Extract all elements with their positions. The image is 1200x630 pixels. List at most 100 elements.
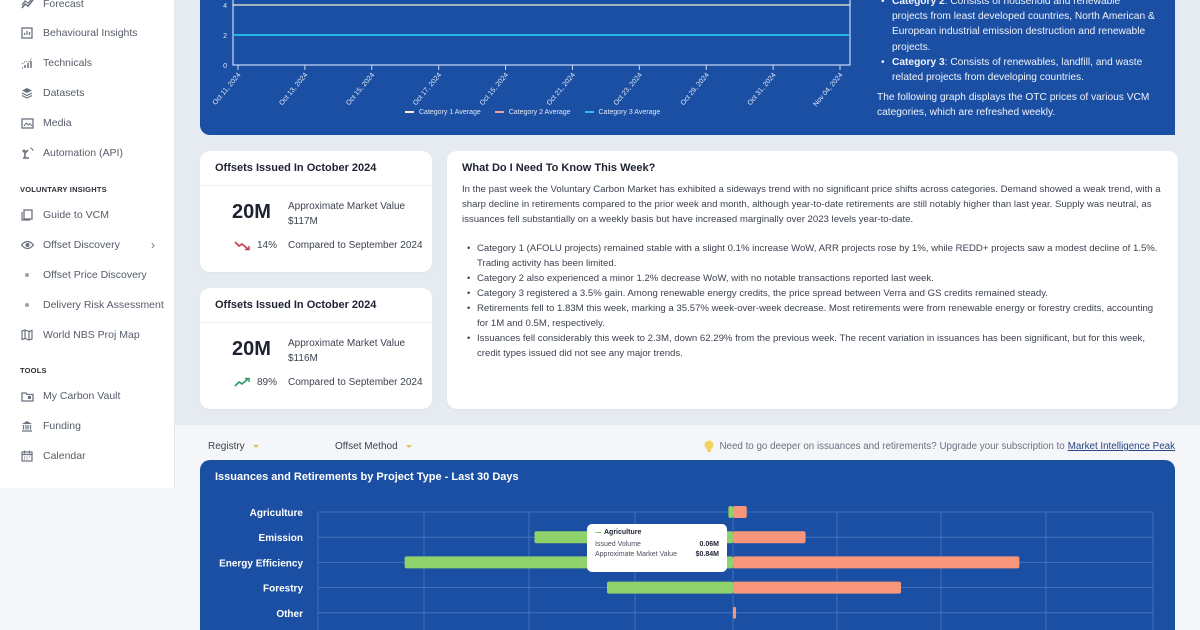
bar-retired-volume	[733, 606, 737, 619]
sidebar-item-label: Behavioural Insights	[43, 27, 138, 39]
kpi-change: 14%	[257, 240, 278, 251]
chart-tooltip: Agriculture Issued Volume 0.06M Approxima…	[587, 524, 727, 572]
kpi-card-title: Offsets Issued In October 2024	[200, 288, 432, 323]
calendar-icon	[20, 449, 34, 463]
x-tick-label: Oct 13, 2024	[278, 72, 309, 107]
x-tick-label: Oct 17, 2024	[412, 72, 443, 107]
kpi-card-offsets-2: Offsets Issued In October 2024 20M Appro…	[200, 288, 432, 409]
x-tick-label: Oct 31, 2024	[747, 72, 778, 107]
sidebar-footer	[0, 488, 175, 630]
sidebar-item-technicals[interactable]: Technicals	[0, 52, 175, 74]
chevron-right-icon[interactable]: ›	[151, 238, 155, 252]
tooltip-category: Agriculture	[604, 529, 642, 536]
sidebar-item-label: Guide to VCM	[43, 209, 109, 221]
automation-icon	[20, 146, 34, 160]
category-descriptions: Category 2: Consists of household and re…	[877, 0, 1167, 121]
sidebar-item-label: World NBS Proj Map	[43, 329, 140, 341]
upgrade-text: Need to go deeper on issuances and retir…	[719, 441, 1065, 452]
caret-down-icon	[252, 445, 259, 448]
category-label: Other	[276, 609, 303, 620]
category-3-description: Category 3: Consists of renewables, land…	[881, 55, 1167, 85]
kpi-change: 89%	[257, 377, 278, 388]
kpi-compare: Compared to September 2024	[288, 377, 423, 388]
kpi-card-offsets-1: Offsets Issued In October 2024 20M Appro…	[200, 151, 432, 272]
dot-icon	[20, 298, 34, 312]
sidebar-item-offset-price-discovery[interactable]: Offset Price Discovery	[0, 264, 175, 286]
price-chart-legend: Category 1 Average Category 2 Average Ca…	[405, 109, 660, 116]
sidebar-item-label: Calendar	[43, 450, 86, 462]
lightbulb-icon	[704, 440, 714, 452]
category-label: Forestry	[263, 584, 303, 595]
sidebar-item-offset-discovery[interactable]: Offset Discovery ›	[0, 234, 175, 256]
eye-icon	[20, 238, 34, 252]
weekly-bullet: Retirements fell to 1.83M this week, mar…	[467, 301, 1163, 331]
sidebar-item-funding[interactable]: Funding	[0, 415, 175, 437]
kpi-value: 20M	[232, 201, 271, 223]
category-label: Emission	[259, 533, 303, 544]
kpi-amount: $117M	[288, 215, 318, 227]
map-icon	[20, 328, 34, 342]
sidebar-item-media[interactable]: Media	[0, 112, 175, 134]
legend-item-category-3[interactable]: Category 3 Average	[584, 109, 660, 116]
weekly-bullet: Issuances fell considerably this week to…	[467, 331, 1163, 361]
tooltip-value: 0.06M	[699, 541, 719, 548]
weekly-intro: In the past week the Voluntary Carbon Ma…	[462, 184, 1161, 225]
weekly-summary-card: What Do I Need To Know This Week? In the…	[447, 151, 1178, 409]
kpi-card-title: Offsets Issued In October 2024	[200, 151, 432, 186]
sidebar-item-label: Media	[43, 117, 72, 129]
category-label: Agriculture	[250, 508, 304, 519]
sidebar-item-my-carbon-vault[interactable]: My Carbon Vault	[0, 385, 175, 407]
x-tick-label: Oct 11, 2024	[212, 72, 243, 107]
vault-icon	[20, 389, 34, 403]
sidebar-item-label: My Carbon Vault	[43, 390, 121, 402]
technicals-icon	[20, 56, 34, 70]
x-tick-label: Nov 04, 2024	[812, 72, 844, 108]
sidebar-item-behavioural-insights[interactable]: Behavioural Insights	[0, 22, 175, 44]
weekly-bullets: Category 1 (AFOLU projects) remained sta…	[462, 241, 1163, 361]
sidebar-item-delivery-risk-assessment[interactable]: Delivery Risk Assessment	[0, 294, 175, 316]
insights-icon	[20, 26, 34, 40]
bar-retired-volume	[733, 556, 1020, 569]
datasets-icon	[20, 86, 34, 100]
sidebar-item-label: Automation (API)	[43, 147, 123, 159]
y-tick-label: 0	[223, 63, 227, 70]
offset-method-filter[interactable]: Offset Method	[335, 441, 412, 452]
bank-icon	[20, 419, 34, 433]
legend-item-category-2[interactable]: Category 2 Average	[494, 109, 571, 116]
price-chart-panel: 0 2 4 Oct 11, 2024 Oct 13, 2024 Oct 15, 2024 O…	[200, 0, 1200, 135]
sidebar-item-guide-to-vcm[interactable]: Guide to VCM	[0, 204, 175, 226]
registry-filter[interactable]: Registry	[208, 441, 259, 452]
y-tick-label: 2	[223, 33, 227, 40]
market-intelligence-peak-link[interactable]: Market Intelligence Peak	[1068, 441, 1175, 452]
x-tick-label: Oct 23, 2024	[613, 72, 644, 107]
sidebar-item-label: Datasets	[43, 87, 85, 99]
category-label: Energy Efficiency	[219, 558, 303, 569]
caret-down-icon	[405, 445, 412, 448]
bar-issued-volume	[607, 581, 733, 594]
trend-down-icon	[234, 241, 250, 251]
main-content: 0 2 4 Oct 11, 2024 Oct 13, 2024 Oct 15, 2024 O…	[175, 0, 1200, 630]
x-tick-label: Oct 21, 2024	[546, 72, 577, 107]
sidebar-item-forecast[interactable]: Forecast	[0, 0, 175, 15]
sidebar-item-label: Forecast	[43, 0, 84, 10]
weekly-title: What Do I Need To Know This Week?	[462, 162, 656, 174]
trend-up-icon	[234, 377, 250, 387]
media-icon	[20, 116, 34, 130]
sidebar-item-label: Offset Price Discovery	[43, 269, 147, 281]
tooltip-value: $0.84M	[695, 551, 719, 558]
tooltip-label: Approximate Market Value	[595, 551, 677, 558]
price-chart-footer-text: The following graph displays the OTC pri…	[877, 92, 1150, 119]
sidebar-item-world-nbs-proj-map[interactable]: World NBS Proj Map	[0, 324, 175, 346]
sidebar-item-label: Offset Discovery	[43, 239, 120, 251]
forecast-icon	[20, 0, 34, 11]
sidebar-item-calendar[interactable]: Calendar	[0, 445, 175, 467]
kpi-label: Approximate Market Value	[288, 201, 406, 212]
tooltip-label: Issued Volume	[595, 541, 641, 548]
sidebar-item-datasets[interactable]: Datasets	[0, 82, 175, 104]
sidebar-item-label: Technicals	[43, 57, 93, 69]
legend-item-category-1[interactable]: Category 1 Average	[405, 109, 481, 116]
sidebar-item-automation[interactable]: Automation (API)	[0, 142, 175, 164]
x-tick-label: Oct 15, 2024	[345, 72, 376, 107]
kpi-label: Approximate Market Value	[288, 338, 406, 349]
kpi-amount: $116M	[288, 352, 318, 364]
